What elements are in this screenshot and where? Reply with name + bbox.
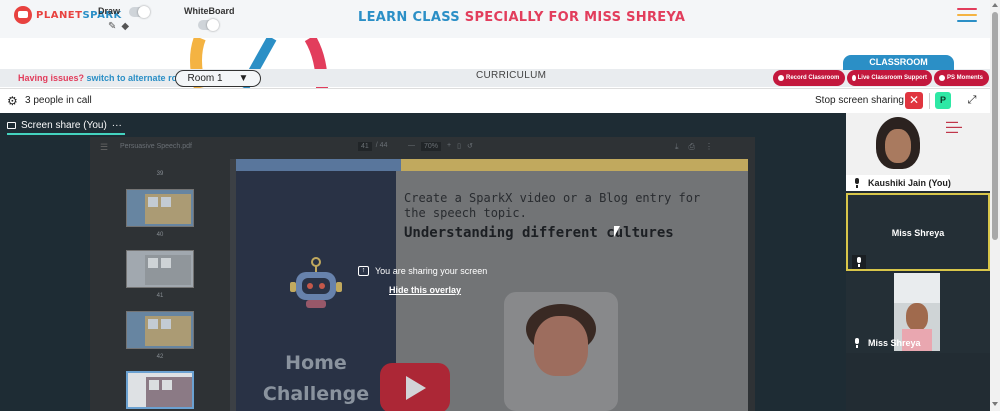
title-part-1: LEARN CLASS [358, 10, 460, 25]
participant-name: Miss Shreya [868, 338, 921, 348]
record-dot-icon [778, 75, 784, 81]
record-classroom-button[interactable]: Record Classroom [773, 70, 845, 86]
record-classroom-label: Record Classroom [786, 75, 840, 81]
divider [929, 93, 930, 109]
hide-overlay-link[interactable]: Hide this overlay [389, 285, 461, 295]
top-header: PLANETSPARK Draw ✎ ◆ WhiteBoard LEARN CL… [0, 0, 990, 38]
draw-toggle-group: Draw [98, 5, 150, 18]
background-poster: ▬▬▬ ▬▬▬▬ ▬▬▬ [946, 119, 962, 134]
caret-down-icon: ▼ [238, 73, 249, 84]
planetspark-logo-icon [14, 6, 32, 24]
mic-button[interactable] [852, 255, 866, 269]
screen-share-area: Screen share (You) ··· ☰ Persuasive Spee… [0, 113, 846, 411]
participant-name: Miss Shreya [891, 228, 945, 238]
scroll-down-icon[interactable] [992, 402, 998, 406]
mic-icon [855, 257, 863, 267]
ps-moments-button[interactable]: PS Moments [934, 70, 989, 86]
participant-tile-video[interactable]: Miss Shreya [846, 273, 990, 353]
hamburger-line [957, 14, 977, 16]
gear-icon[interactable]: ⚙ [7, 94, 18, 108]
p-extension-badge[interactable]: P [935, 92, 951, 109]
whiteboard-label: WhiteBoard [184, 6, 235, 16]
whiteboard-toggle-group: WhiteBoard [184, 6, 235, 16]
room-select[interactable]: Room 1 ▼ [175, 70, 261, 87]
participant-tile-pinned[interactable]: Miss Shreya [846, 193, 990, 271]
stop-sharing-button[interactable]: ✕ [905, 92, 923, 109]
scroll-thumb[interactable] [992, 12, 998, 240]
room-select-value: Room 1 [187, 73, 223, 84]
call-bar: ⚙ 3 people in call Stop screen sharing ✕… [0, 88, 990, 112]
sharing-message: ↑ You are sharing your screen [358, 266, 487, 276]
draw-tools: ✎ ◆ [108, 21, 129, 32]
mic-icon [853, 178, 861, 188]
draw-label: Draw [98, 6, 121, 16]
share-screen-icon: ↑ [358, 266, 369, 276]
hamburger-line [957, 20, 977, 22]
pencil-icon[interactable]: ✎ [108, 21, 116, 32]
stop-sharing-label: Stop screen sharing [815, 95, 904, 106]
support-dot-icon [852, 75, 856, 81]
whiteboard-toggle[interactable] [198, 19, 219, 31]
live-support-label: Live Classroom Support [857, 75, 927, 81]
mic-icon [853, 338, 861, 348]
classroom-tab[interactable]: CLASSROOM [843, 55, 954, 70]
having-issues-text: Having issues? [18, 73, 85, 83]
participant-video [876, 117, 920, 177]
logo-text-planet: PLANET [36, 9, 83, 21]
eraser-icon[interactable]: ◆ [121, 21, 129, 32]
moments-dot-icon [939, 75, 945, 81]
expand-icon[interactable]: ⤢ [963, 92, 981, 109]
issues-text: Having issues? switch to alternate room [18, 73, 191, 83]
page-title: LEARN CLASS SPECIALLY FOR MISS SHREYA [358, 10, 685, 25]
mouse-cursor-icon [614, 226, 620, 237]
scroll-up-icon[interactable] [992, 3, 998, 7]
draw-toggle[interactable] [128, 5, 150, 18]
hamburger-menu-icon[interactable] [957, 8, 977, 22]
curriculum-tab[interactable]: CURRICULUM [476, 70, 546, 81]
participant-name: Kaushiki Jain (You) [868, 178, 951, 188]
hamburger-line [957, 8, 977, 10]
people-in-call: 3 people in call [25, 95, 92, 106]
sharing-overlay [0, 113, 846, 411]
participants-panel: ▬▬▬ ▬▬▬▬ ▬▬▬ Kaushiki Jain (You) Miss Shre… [846, 113, 990, 411]
page-scrollbar[interactable] [990, 0, 1000, 411]
sharing-message-text: You are sharing your screen [375, 266, 488, 276]
title-part-2: SPECIALLY FOR MISS SHREYA [464, 10, 686, 25]
participant-tile-self[interactable]: ▬▬▬ ▬▬▬▬ ▬▬▬ Kaushiki Jain (You) [846, 113, 990, 191]
live-support-button[interactable]: Live Classroom Support [847, 70, 932, 86]
ps-moments-label: PS Moments [947, 75, 984, 81]
